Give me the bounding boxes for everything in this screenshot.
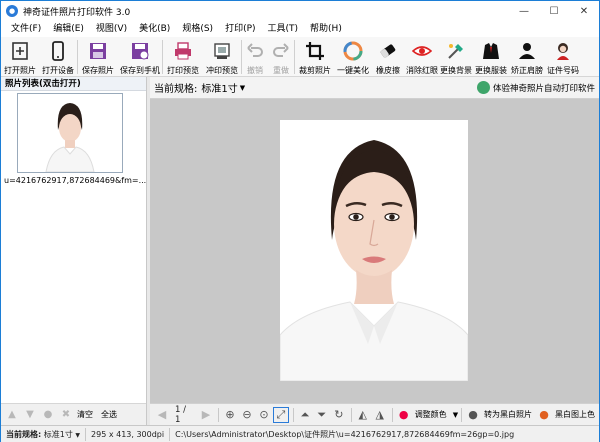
- mirror-right-icon[interactable]: ◮: [372, 407, 388, 423]
- next-page-icon[interactable]: ▶: [198, 407, 214, 423]
- beautify-icon: [342, 40, 364, 62]
- preview-header: 当前规格: 标准1寸 ▼ 体验神奇照片自动打印软件: [150, 77, 599, 99]
- photo-list-panel: 照片列表(双击打开) u=4216762917,872684469&fm=...…: [1, 77, 147, 425]
- shoulder-correct-icon: [516, 40, 538, 62]
- open-photo-button[interactable]: 打开照片: [1, 37, 39, 77]
- preview-panel: 当前规格: 标准1寸 ▼ 体验神奇照片自动打印软件 ◀ 1 / 1 ▶ ⊕ ⊖ …: [150, 77, 599, 425]
- redo-icon: [270, 40, 292, 62]
- menu-beautify[interactable]: 美化(B): [133, 21, 176, 37]
- title-bar: ● 神奇证件照片打印软件 3.0 — ☐ ✕: [1, 1, 599, 21]
- photo-thumbnail[interactable]: [17, 93, 123, 173]
- flip-vertical-icon[interactable]: ⏶: [297, 407, 313, 423]
- id-number-icon: [552, 40, 574, 62]
- page-indicator: 1 / 1: [174, 404, 186, 425]
- redo-button[interactable]: 重做: [268, 37, 294, 77]
- eraser-button[interactable]: 橡皮擦: [371, 37, 405, 77]
- move-up-icon[interactable]: ▲: [5, 408, 19, 422]
- adjust-color-button[interactable]: 调整颜色: [415, 409, 447, 420]
- color-palette-icon: ●: [398, 408, 409, 421]
- status-size: 295 x 413, 300dpi: [86, 427, 171, 441]
- menu-file[interactable]: 文件(F): [5, 21, 47, 37]
- mirror-left-icon[interactable]: ◭: [355, 407, 371, 423]
- change-clothes-icon: [480, 40, 502, 62]
- menu-spec[interactable]: 规格(S): [176, 21, 219, 37]
- colorize-bw-button[interactable]: 黑白图上色: [555, 409, 595, 420]
- main-toolbar: 打开照片 打开设备 保存照片 保存到手机 打印预览 冲印预览 撤销 重做 裁剪照…: [1, 37, 599, 77]
- zoom-fit-icon[interactable]: ⊙: [256, 407, 272, 423]
- window-title: 神奇证件照片打印软件 3.0: [23, 7, 131, 18]
- maximize-icon[interactable]: ☐: [539, 1, 569, 21]
- spec-label: 当前规格:: [154, 84, 198, 95]
- eraser-icon: [377, 40, 399, 62]
- colorize-user-icon: ●: [539, 408, 549, 421]
- user-icon: ●: [468, 408, 478, 421]
- chevron-down-icon[interactable]: ▼: [240, 84, 245, 92]
- save-to-phone-icon: [129, 40, 151, 62]
- promo-icon: [476, 81, 490, 94]
- remove-red-eye-button[interactable]: 消除红眼: [405, 37, 439, 77]
- correct-shoulder-button[interactable]: 矫正肩膀: [509, 37, 545, 77]
- menu-view[interactable]: 视图(V): [90, 21, 133, 37]
- convert-bw-button[interactable]: 转为黑白照片: [484, 409, 532, 420]
- adjust-color-dropdown-icon[interactable]: ▼: [453, 411, 458, 419]
- red-eye-icon: [411, 40, 433, 62]
- print-lab-icon: [211, 40, 233, 62]
- status-path: C:\Users\Administrator\Desktop\证件照片\u=42…: [175, 429, 515, 439]
- save-photo-button[interactable]: 保存照片: [78, 37, 118, 77]
- undo-button[interactable]: 撤销: [242, 37, 268, 77]
- promo-link[interactable]: 体验神奇照片自动打印软件: [476, 81, 595, 94]
- menu-edit[interactable]: 编辑(E): [47, 21, 90, 37]
- fit-window-icon[interactable]: ⤢: [272, 406, 289, 423]
- previous-page-icon[interactable]: ◀: [154, 407, 170, 423]
- user-delete-icon[interactable]: ●: [41, 408, 55, 422]
- photo-list-toolbar: ▲ ▼ ● ✖ 清空 全选: [1, 403, 146, 425]
- select-all-button[interactable]: 全选: [101, 409, 117, 420]
- spec-dropdown[interactable]: 标准1寸: [201, 80, 237, 95]
- photo-list-header: 照片列表(双击打开): [1, 77, 146, 91]
- change-background-icon: [445, 40, 467, 62]
- id-photo-preview[interactable]: [280, 120, 468, 381]
- menu-help[interactable]: 帮助(H): [304, 21, 348, 37]
- app-window: ● 神奇证件照片打印软件 3.0 — ☐ ✕ 文件(F) 编辑(E) 视图(V)…: [0, 0, 600, 442]
- status-spec[interactable]: 当前规格: 标准1寸 ▼: [1, 427, 87, 441]
- crop-photo-button[interactable]: 裁剪照片: [295, 37, 335, 77]
- id-number-button[interactable]: 证件号码: [545, 37, 581, 77]
- menu-bar: 文件(F) 编辑(E) 视图(V) 美化(B) 规格(S) 打印(P) 工具(T…: [1, 21, 599, 37]
- open-device-button[interactable]: 打开设备: [39, 37, 77, 77]
- menu-print[interactable]: 打印(P): [219, 21, 261, 37]
- zoom-out-icon[interactable]: ⊖: [239, 407, 255, 423]
- thumbnail-caption: u=4216762917,872684469&fm=...: [4, 176, 147, 185]
- minimize-icon[interactable]: —: [509, 1, 539, 21]
- app-logo-icon: ●: [6, 5, 18, 17]
- open-photo-icon: [9, 40, 31, 62]
- one-click-beautify-button[interactable]: 一键美化: [335, 37, 371, 77]
- printer-icon: [172, 40, 194, 62]
- save-to-phone-button[interactable]: 保存到手机: [118, 37, 162, 77]
- status-bar: 当前规格: 标准1寸 ▼ 295 x 413, 300dpi C:\Users\…: [1, 425, 599, 442]
- remove-icon[interactable]: ✖: [59, 408, 73, 422]
- close-icon[interactable]: ✕: [569, 1, 599, 21]
- lab-print-preview-button[interactable]: 冲印预览: [203, 37, 241, 77]
- phone-device-icon: [47, 40, 69, 62]
- move-down-icon[interactable]: ▼: [23, 408, 37, 422]
- save-icon: [87, 40, 109, 62]
- crop-icon: [304, 40, 326, 62]
- flip-horizontal-icon[interactable]: ⏷: [314, 407, 330, 423]
- clear-button[interactable]: 清空: [77, 409, 93, 420]
- preview-toolbar: ◀ 1 / 1 ▶ ⊕ ⊖ ⊙ ⤢ ⏶ ⏷ ↻ ◭ ◮ ● 调整颜色 ▼ ● 转…: [150, 403, 599, 425]
- change-background-button[interactable]: 更换背景: [439, 37, 473, 77]
- menu-tools[interactable]: 工具(T): [262, 21, 305, 37]
- rotate-icon[interactable]: ↻: [331, 407, 347, 423]
- zoom-in-icon[interactable]: ⊕: [222, 407, 238, 423]
- print-preview-button[interactable]: 打印预览: [163, 37, 203, 77]
- change-clothes-button[interactable]: 更换服装: [473, 37, 509, 77]
- undo-icon: [244, 40, 266, 62]
